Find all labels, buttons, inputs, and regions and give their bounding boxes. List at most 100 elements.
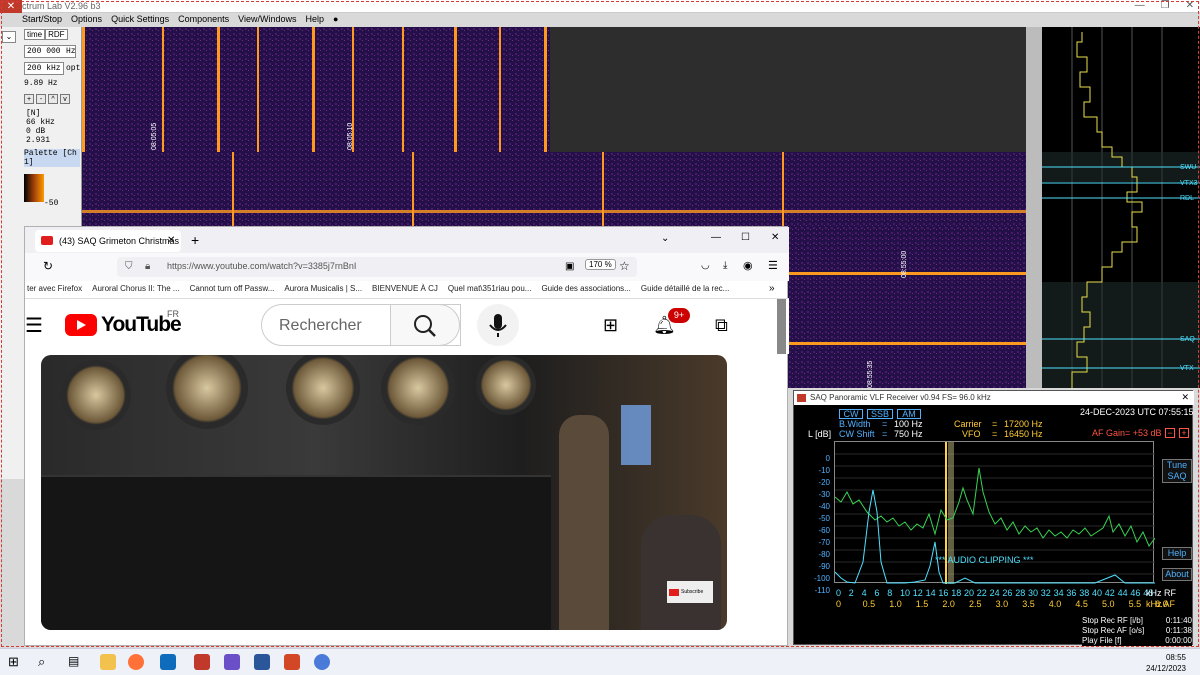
about-button[interactable]: About xyxy=(1162,568,1192,581)
menu-quick-settings[interactable]: Quick Settings xyxy=(111,14,169,27)
rf-tick: 6 xyxy=(874,588,879,598)
bookmark-item[interactable]: Aurora Musicalis | S... xyxy=(284,284,362,298)
app-icon[interactable] xyxy=(224,654,240,670)
down-button[interactable]: v xyxy=(60,94,70,104)
rec-rf-row[interactable]: Stop Rec RF [i/b] 0:11:40 xyxy=(1082,616,1192,626)
opt-button[interactable]: opt xyxy=(66,64,80,73)
record-icon[interactable]: ● xyxy=(333,14,338,27)
bookmark-item[interactable]: BIENVENUE À CJ xyxy=(372,284,438,298)
minimize-icon[interactable]: — xyxy=(711,232,721,243)
firefox-icon[interactable] xyxy=(128,654,144,670)
search-button[interactable] xyxy=(390,304,460,346)
bookmark-item[interactable]: Guide détaillé de la rec... xyxy=(641,284,730,298)
word-icon[interactable] xyxy=(254,654,270,670)
bookmark-item[interactable]: ter avec Firefox xyxy=(27,284,82,298)
tab-close-icon[interactable]: ✕ xyxy=(167,235,175,246)
bwidth-value[interactable]: 100 Hz xyxy=(894,419,923,429)
reload-icon[interactable]: ↻ xyxy=(43,259,53,273)
bookmark-item[interactable]: Quel mat\351riau pou... xyxy=(448,284,532,298)
clock[interactable]: 08:55 24/12/2023 xyxy=(1146,652,1186,674)
file-explorer-icon[interactable] xyxy=(100,654,116,670)
palette-colorbar[interactable] xyxy=(24,174,44,202)
search-icon[interactable]: ⌕ xyxy=(38,654,54,670)
rec-af-row[interactable]: Stop Rec AF [o/s] 0:11:38 xyxy=(1082,626,1192,636)
new-tab-icon[interactable]: + xyxy=(191,232,199,248)
menu-help[interactable]: Help xyxy=(305,14,324,27)
youtube-logo-icon[interactable] xyxy=(65,314,97,336)
search-icon xyxy=(414,315,436,337)
play-file-row[interactable]: Play File [f] 0:00:00 xyxy=(1082,636,1192,646)
scrollbar-thumb[interactable] xyxy=(777,299,786,354)
video-player[interactable]: Subscribe xyxy=(41,355,727,630)
pocket-icon[interactable]: ◡ xyxy=(701,260,710,271)
restore-icon[interactable]: ❐ xyxy=(1161,0,1170,11)
app-icon[interactable] xyxy=(194,654,210,670)
browser-tabbar: (43) SAQ Grimeton Christmas tr ✕ + ⌄ — ☐… xyxy=(25,227,789,253)
up-button[interactable]: ^ xyxy=(48,94,58,104)
reader-mode-icon[interactable]: ▣ xyxy=(565,261,574,272)
chevron-down-icon[interactable]: ⌄ xyxy=(2,31,16,43)
tab-list-icon[interactable]: ⌄ xyxy=(661,233,669,244)
menu-components[interactable]: Components xyxy=(178,14,229,27)
minimize-icon[interactable]: — xyxy=(1135,0,1145,11)
af-tick: 5.5 xyxy=(1129,599,1142,609)
close-icon[interactable]: ✕ xyxy=(771,232,779,243)
vfo-value[interactable]: 16450 Hz xyxy=(1004,429,1043,439)
create-video-icon[interactable]: ⊞ xyxy=(603,315,618,336)
mode-ssb-button[interactable]: SSB xyxy=(867,409,893,419)
menu-options[interactable]: Options xyxy=(71,14,102,27)
help-button[interactable]: Help xyxy=(1162,547,1192,560)
cwshift-value[interactable]: 750 Hz xyxy=(894,429,923,439)
tune-saq-button[interactable]: Tune SAQ xyxy=(1162,459,1192,483)
windows-start-icon[interactable]: ⊞ xyxy=(8,654,24,670)
menu-icon[interactable]: ☰ xyxy=(768,259,778,272)
bookmark-item[interactable]: Guide des associations... xyxy=(541,284,630,298)
af-gain-up-button[interactable]: + xyxy=(1179,428,1189,438)
waterfall-top[interactable]: 08:05:05 08:05:10 xyxy=(82,27,550,152)
bookmarks-more-icon[interactable]: » xyxy=(769,283,775,294)
af-gain-down-button[interactable]: − xyxy=(1165,428,1175,438)
window-title: ctrum Lab V2.96 b3 xyxy=(22,1,101,11)
maximize-icon[interactable]: ☐ xyxy=(741,232,750,243)
spectrum-plot[interactable]: *** AUDIO CLIPPING *** xyxy=(834,441,1156,584)
close-window-icon[interactable]: ✕ xyxy=(1186,0,1194,11)
outlook-icon[interactable] xyxy=(160,654,176,670)
plus-button[interactable]: + xyxy=(24,94,34,104)
waterfall-right-lower[interactable]: 08:55:35 xyxy=(788,280,1026,388)
bookmark-item[interactable]: Auroral Chorus II: The ... xyxy=(92,284,179,298)
tab-rdf[interactable]: RDF xyxy=(45,29,68,40)
close-icon[interactable]: ✕ xyxy=(1181,392,1189,403)
menu-start-stop[interactable]: Start/Stop xyxy=(22,14,62,27)
close-icon[interactable]: ✕ xyxy=(0,0,22,13)
menu-view-windows[interactable]: View/Windows xyxy=(238,14,296,27)
tab-time[interactable]: time xyxy=(24,29,46,40)
voice-search-button[interactable] xyxy=(477,304,519,346)
mode-am-button[interactable]: AM xyxy=(897,409,921,419)
download-icon[interactable]: ⤓ xyxy=(723,260,727,271)
saq-title: SAQ Panoramic VLF Receiver v0.94 FS= 96.… xyxy=(810,393,991,402)
hamburger-icon[interactable]: ☰ xyxy=(25,313,43,338)
af-tick: 1.0 xyxy=(889,599,902,609)
account-icon[interactable]: ◉ xyxy=(743,259,753,272)
waterfall-right-upper[interactable]: 08:55:00 xyxy=(788,226,1026,280)
task-view-icon[interactable]: ▤ xyxy=(68,654,84,670)
app-icon[interactable] xyxy=(314,654,330,670)
browser-tab[interactable]: (43) SAQ Grimeton Christmas tr xyxy=(35,230,181,252)
zoom-badge[interactable]: 170 % xyxy=(585,259,616,270)
info-value: 2.931 xyxy=(26,136,51,145)
mode-cw-button[interactable]: CW xyxy=(839,409,863,419)
lock-icon[interactable]: 🔒︎ xyxy=(145,261,150,272)
bookmark-star-icon[interactable]: ☆ xyxy=(619,259,630,273)
url-field[interactable]: https://www.youtube.com/watch?v=3385j7rn… xyxy=(117,257,637,277)
minus-button[interactable]: - xyxy=(36,94,46,104)
bookmark-item[interactable]: Cannot turn off Passw... xyxy=(190,284,275,298)
shield-icon[interactable]: ⛉ xyxy=(125,261,133,272)
frequency-field-2[interactable]: 200 kHz xyxy=(24,62,64,75)
spectrum-graph-right[interactable]: SWU VTX3 RDL SAQ VTX xyxy=(1042,27,1200,388)
saq-titlebar: SAQ Panoramic VLF Receiver v0.94 FS= 96.… xyxy=(794,391,1194,405)
waterfall-middle[interactable] xyxy=(82,152,1026,226)
spectrum-graph-svg: SWU VTX3 RDL SAQ VTX xyxy=(1042,27,1200,388)
carrier-value[interactable]: 17200 Hz xyxy=(1004,419,1043,429)
powerpoint-icon[interactable] xyxy=(284,654,300,670)
account-avatar-icon[interactable]: ⧉ xyxy=(715,315,728,336)
